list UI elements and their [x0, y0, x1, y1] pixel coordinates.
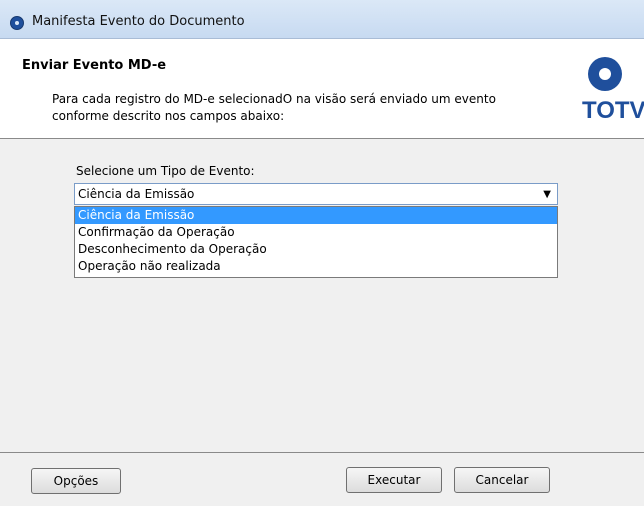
event-type-select[interactable]: Ciência da Emissão ▼ — [74, 183, 558, 205]
logo-text: TOTVS — [582, 97, 644, 124]
execute-button[interactable]: Executar — [346, 467, 442, 493]
window-title: Manifesta Evento do Documento — [32, 14, 245, 29]
title-bar: Manifesta Evento do Documento — [0, 0, 644, 39]
dialog-body: Selecione um Tipo de Evento: Ciência da … — [0, 139, 644, 452]
totvs-logo-icon — [588, 57, 622, 91]
options-button[interactable]: Opções — [31, 468, 121, 494]
totvs-logo: TOTVS — [582, 57, 644, 127]
dialog-header: Enviar Evento MD-e Para cada registro do… — [0, 39, 644, 139]
header-title: Enviar Evento MD-e — [22, 58, 167, 73]
cancel-button[interactable]: Cancelar — [454, 467, 550, 493]
dialog-footer: Opções Executar Cancelar — [0, 452, 644, 506]
app-icon — [10, 16, 24, 30]
event-type-value: Ciência da Emissão — [78, 187, 195, 201]
option-operacao-nao-realizada[interactable]: Operação não realizada — [75, 258, 557, 275]
option-confirmacao-operacao[interactable]: Confirmação da Operação — [75, 224, 557, 241]
option-desconhecimento-operacao[interactable]: Desconhecimento da Operação — [75, 241, 557, 258]
option-ciencia-emissao[interactable]: Ciência da Emissão — [75, 207, 557, 224]
event-type-label: Selecione um Tipo de Evento: — [76, 164, 255, 178]
chevron-down-icon[interactable]: ▼ — [543, 189, 551, 200]
header-description: Para cada registro do MD-e selecionadO n… — [52, 92, 496, 123]
event-type-dropdown: Ciência da Emissão Confirmação da Operaç… — [74, 206, 558, 278]
